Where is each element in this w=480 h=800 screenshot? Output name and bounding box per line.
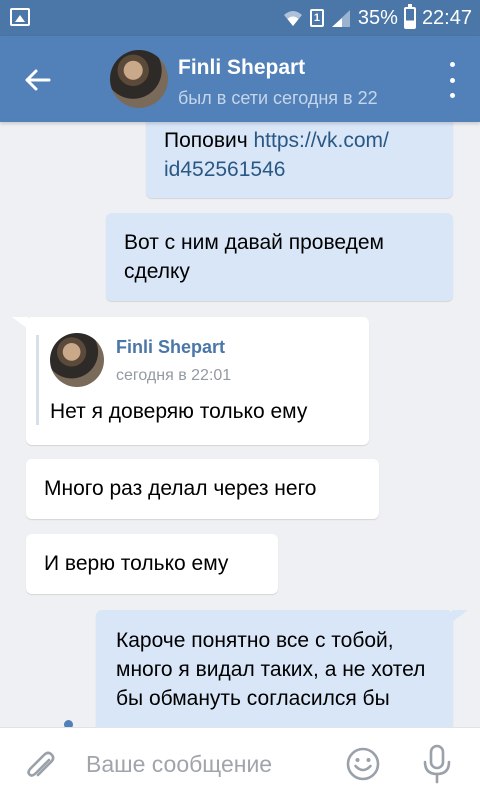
message-input[interactable]: [86, 744, 326, 784]
emoji-icon: [346, 747, 380, 781]
gallery-icon: [10, 8, 30, 26]
more-vertical-icon-dot: [449, 77, 455, 83]
more-vertical-icon-dot: [449, 93, 455, 98]
attach-button[interactable]: [22, 746, 62, 786]
signal-icon: [331, 10, 350, 27]
clock: 22:47: [421, 6, 472, 29]
voice-message-button[interactable]: [420, 743, 454, 785]
message-bubble-forwarded[interactable]: Finli Shepart сегодня в 22:01 Нет я дове…: [26, 317, 369, 445]
unread-indicator: [64, 720, 73, 727]
emoji-button[interactable]: [344, 745, 382, 783]
status-bar: 1 35% 22:47: [0, 0, 480, 36]
message-text: И верю только ему: [44, 552, 229, 575]
message-bubble-outgoing[interactable]: Кароче понятно все с тобой, много я вида…: [96, 610, 453, 727]
last-seen-status: был в сети сегодня в 22: [178, 88, 378, 108]
message-text: Кароче понятно все с тобой, много я вида…: [116, 629, 426, 710]
chat-header: Finli Shepart был в сети сегодня в 22: [0, 36, 480, 122]
microphone-icon: [423, 744, 451, 784]
forward-quote-bar: [36, 335, 39, 425]
message-list[interactable]: Попович https://vk.com/ id452561546 Вот …: [0, 122, 480, 727]
message-text: Много раз делал через него: [44, 477, 317, 500]
back-arrow-icon: [25, 69, 51, 91]
message-text: Попович: [164, 129, 248, 152]
bubble-tail: [452, 610, 468, 622]
avatar[interactable]: [110, 50, 168, 108]
battery-percent: 35%: [357, 6, 398, 29]
status-bar-right: 1 35% 22:47: [282, 0, 472, 36]
message-text: Вот с ним давай проведем сделку: [124, 231, 384, 283]
sim-icon: 1: [309, 9, 324, 27]
paperclip-icon: [27, 751, 55, 777]
more-options-button[interactable]: [444, 62, 460, 98]
forward-timestamp: сегодня в 22:01: [116, 367, 232, 384]
forward-author-avatar[interactable]: [50, 333, 104, 387]
back-button[interactable]: [16, 58, 60, 102]
message-bubble-incoming[interactable]: Много раз делал через него: [26, 459, 379, 519]
more-vertical-icon: [449, 62, 455, 67]
message-bubble-outgoing[interactable]: Попович https://vk.com/ id452561546: [146, 122, 453, 198]
battery-icon: [403, 4, 416, 29]
contact-name[interactable]: Finli Shepart: [178, 56, 305, 80]
message-bubble-outgoing[interactable]: Вот с ним давай проведем сделку: [106, 213, 453, 301]
composer: [0, 727, 480, 800]
forward-author-name[interactable]: Finli Shepart: [116, 333, 225, 362]
message-text: Нет я доверяю только ему: [50, 400, 308, 423]
wifi-icon: [283, 11, 302, 26]
message-bubble-incoming[interactable]: И верю только ему: [26, 534, 278, 594]
